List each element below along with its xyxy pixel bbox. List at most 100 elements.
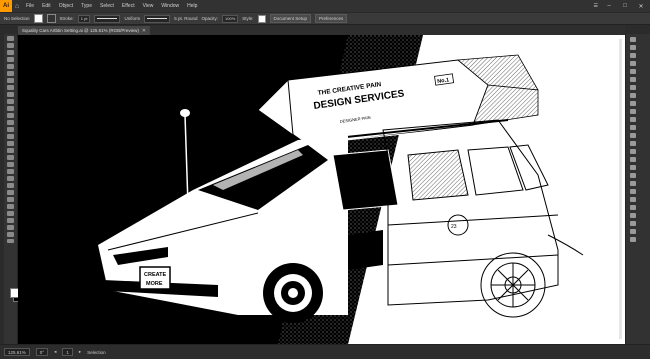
preferences-button[interactable]: Preferences [315, 14, 348, 23]
menu-view[interactable]: View [139, 3, 158, 9]
rotate-tool-icon[interactable] [7, 127, 14, 132]
properties-panel-icon[interactable] [630, 37, 636, 42]
lasso-tool-icon[interactable] [7, 57, 14, 62]
transform-panel-icon[interactable] [630, 149, 636, 154]
document-tab-bar: Squality Cars Artbtin Setting.ai @ 125.6… [18, 26, 625, 35]
brushes-panel-icon[interactable] [630, 77, 636, 82]
menu-effect[interactable]: Effect [118, 3, 139, 9]
artboard-number-field[interactable]: 1 [62, 348, 73, 356]
mesh-tool-icon[interactable] [7, 169, 14, 174]
artboard-navigation-next-icon[interactable]: ▸ [79, 349, 81, 355]
swatches-panel-icon[interactable] [630, 69, 636, 74]
menu-type[interactable]: Type [77, 3, 96, 9]
symbols-panel-icon[interactable] [630, 85, 636, 90]
character-panel-icon[interactable] [630, 157, 636, 162]
shaper-tool-icon[interactable] [7, 106, 14, 111]
opacity-field[interactable]: 100% [222, 14, 239, 23]
gradient-tool-icon[interactable] [7, 176, 14, 181]
color-panel-icon[interactable] [630, 61, 636, 66]
vertical-scrollbar[interactable] [619, 39, 622, 339]
pathfinder-panel-icon[interactable] [630, 141, 636, 146]
stroke-label: Stroke: [59, 16, 74, 21]
direct-selection-tool-icon[interactable] [7, 43, 14, 48]
document-tab-title: Squality Cars Artbtin Setting.ai @ 125.6… [22, 28, 139, 33]
artboards-panel-icon[interactable] [630, 189, 636, 194]
close-window-button[interactable]: ✕ [636, 3, 646, 10]
stroke-weight-field[interactable]: 1 pt [77, 14, 91, 23]
menu-bar: Ai ⌂ File Edit Object Type Select Effect… [0, 0, 650, 12]
uniform-label: Uniform [124, 16, 141, 21]
zoom-tool-icon[interactable] [7, 232, 14, 237]
variable-width-profile[interactable] [94, 14, 121, 23]
artboard-navigation-prev-icon[interactable]: ◂ [54, 349, 56, 355]
magic-wand-tool-icon[interactable] [7, 50, 14, 55]
appearance-panel-icon[interactable] [630, 117, 636, 122]
brush-label: 5 pt. Round [174, 16, 198, 21]
paintbrush-tool-icon[interactable] [7, 99, 14, 104]
rotate-view-field[interactable]: 0° [35, 348, 49, 356]
line-tool-icon[interactable] [7, 85, 14, 90]
zoom-level-field[interactable]: 125.61% [4, 348, 30, 356]
artboard-tool-icon[interactable] [7, 211, 14, 216]
layers-panel-icon[interactable] [630, 45, 636, 50]
libraries-panel-icon[interactable] [630, 53, 636, 58]
navigator-panel-icon[interactable] [630, 205, 636, 210]
curvature-tool-icon[interactable] [7, 71, 14, 76]
workspace-switcher-icon[interactable]: ☰ [594, 3, 598, 9]
comments-panel-icon[interactable] [630, 237, 636, 242]
stroke-panel-icon[interactable] [630, 93, 636, 98]
plate-line-1: CREATE [144, 272, 167, 278]
links-panel-icon[interactable] [630, 181, 636, 186]
pen-tool-icon[interactable] [7, 64, 14, 69]
actions-panel-icon[interactable] [630, 221, 636, 226]
menu-edit[interactable]: Edit [38, 3, 55, 9]
paragraph-panel-icon[interactable] [630, 165, 636, 170]
pencil-tool-icon[interactable] [7, 113, 14, 118]
minimize-button[interactable]: – [604, 3, 614, 9]
align-panel-icon[interactable] [630, 133, 636, 138]
hand-tool-icon[interactable] [7, 225, 14, 230]
menu-help[interactable]: Help [183, 3, 201, 9]
app-logo[interactable]: Ai [0, 0, 12, 12]
asset-export-panel-icon[interactable] [630, 197, 636, 202]
artboard-canvas[interactable]: THE CREATIVE PAIN DESIGN SERVICES No.1 D… [18, 35, 625, 344]
document-setup-button[interactable]: Document Setup [269, 14, 312, 23]
eyedropper-tool-icon[interactable] [7, 183, 14, 188]
home-icon[interactable]: ⌂ [12, 0, 22, 12]
perspective-grid-tool-icon[interactable] [7, 162, 14, 167]
document-tab[interactable]: Squality Cars Artbtin Setting.ai @ 125.6… [18, 26, 151, 35]
graphic-styles-panel-icon[interactable] [630, 125, 636, 130]
rectangle-tool-icon[interactable] [7, 92, 14, 97]
type-tool-icon[interactable] [7, 78, 14, 83]
info-panel-icon[interactable] [630, 213, 636, 218]
stroke-swatch[interactable] [46, 14, 56, 23]
menu-window[interactable]: Window [157, 3, 183, 9]
width-tool-icon[interactable] [7, 141, 14, 146]
transparency-panel-icon[interactable] [630, 109, 636, 114]
selection-status: No Selection [4, 16, 30, 21]
close-tab-icon[interactable]: ✕ [142, 28, 146, 34]
symbol-sprayer-tool-icon[interactable] [7, 197, 14, 202]
blend-tool-icon[interactable] [7, 190, 14, 195]
car-line-art: 23 [382, 119, 584, 318]
opentype-panel-icon[interactable] [630, 173, 636, 178]
maximize-button[interactable]: □ [620, 3, 630, 9]
car-artwork: THE CREATIVE PAIN DESIGN SERVICES No.1 D… [18, 35, 622, 344]
history-panel-icon[interactable] [630, 229, 636, 234]
eraser-tool-icon[interactable] [7, 120, 14, 125]
style-swatch[interactable] [257, 14, 266, 23]
free-transform-tool-icon[interactable] [7, 148, 14, 153]
shape-builder-tool-icon[interactable] [7, 155, 14, 160]
swap-fill-stroke-icon[interactable] [7, 239, 14, 243]
opacity-label: Opacity: [201, 16, 219, 21]
scale-tool-icon[interactable] [7, 134, 14, 139]
brush-definition[interactable] [144, 14, 171, 23]
slice-tool-icon[interactable] [7, 218, 14, 223]
gradient-panel-icon[interactable] [630, 101, 636, 106]
menu-file[interactable]: File [22, 3, 38, 9]
menu-select[interactable]: Select [96, 3, 118, 9]
selection-tool-icon[interactable] [7, 36, 14, 41]
graph-tool-icon[interactable] [7, 204, 14, 209]
menu-object[interactable]: Object [55, 3, 77, 9]
fill-swatch[interactable] [33, 14, 43, 23]
